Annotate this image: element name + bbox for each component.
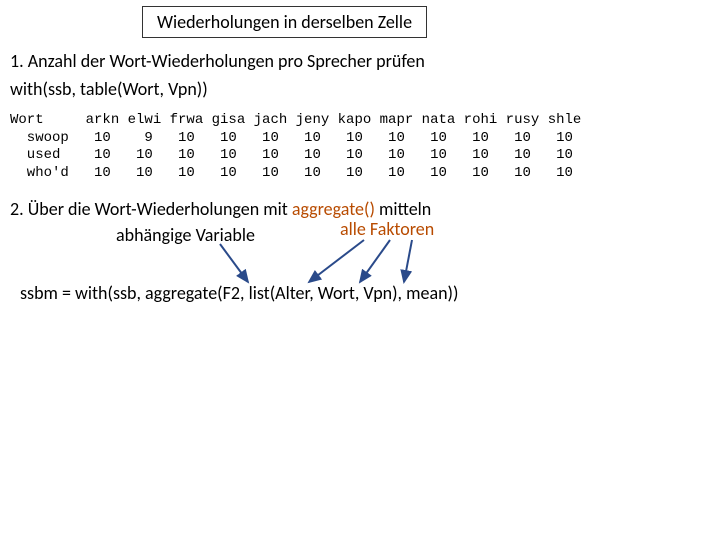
step2-part-a: 2. Über die Wort-Wiederholungen mit [10,198,292,220]
step1-text: 1. Anzahl der Wort-Wiederholungen pro Sp… [10,50,425,72]
step2-line: 2. Über die Wort-Wiederholungen mit aggr… [10,198,431,220]
label-dependent-variable: abhängige Variable [116,224,255,246]
title-box: Wiederholungen in derselben Zelle [142,6,427,38]
output-table-block: Wort arkn elwi frwa gisa jach jeny kapo … [10,112,581,182]
code2-text: ssbm = with(ssb, aggregate(F2, list(Alte… [20,282,458,304]
label-all-factors: alle Faktoren [340,218,434,240]
code1-text: with(ssb, table(Wort, Vpn)) [10,78,208,100]
step2-aggregate: aggregate() [292,198,375,220]
title-text: Wiederholungen in derselben Zelle [157,11,412,33]
step2-part-c: mitteln [375,198,431,220]
